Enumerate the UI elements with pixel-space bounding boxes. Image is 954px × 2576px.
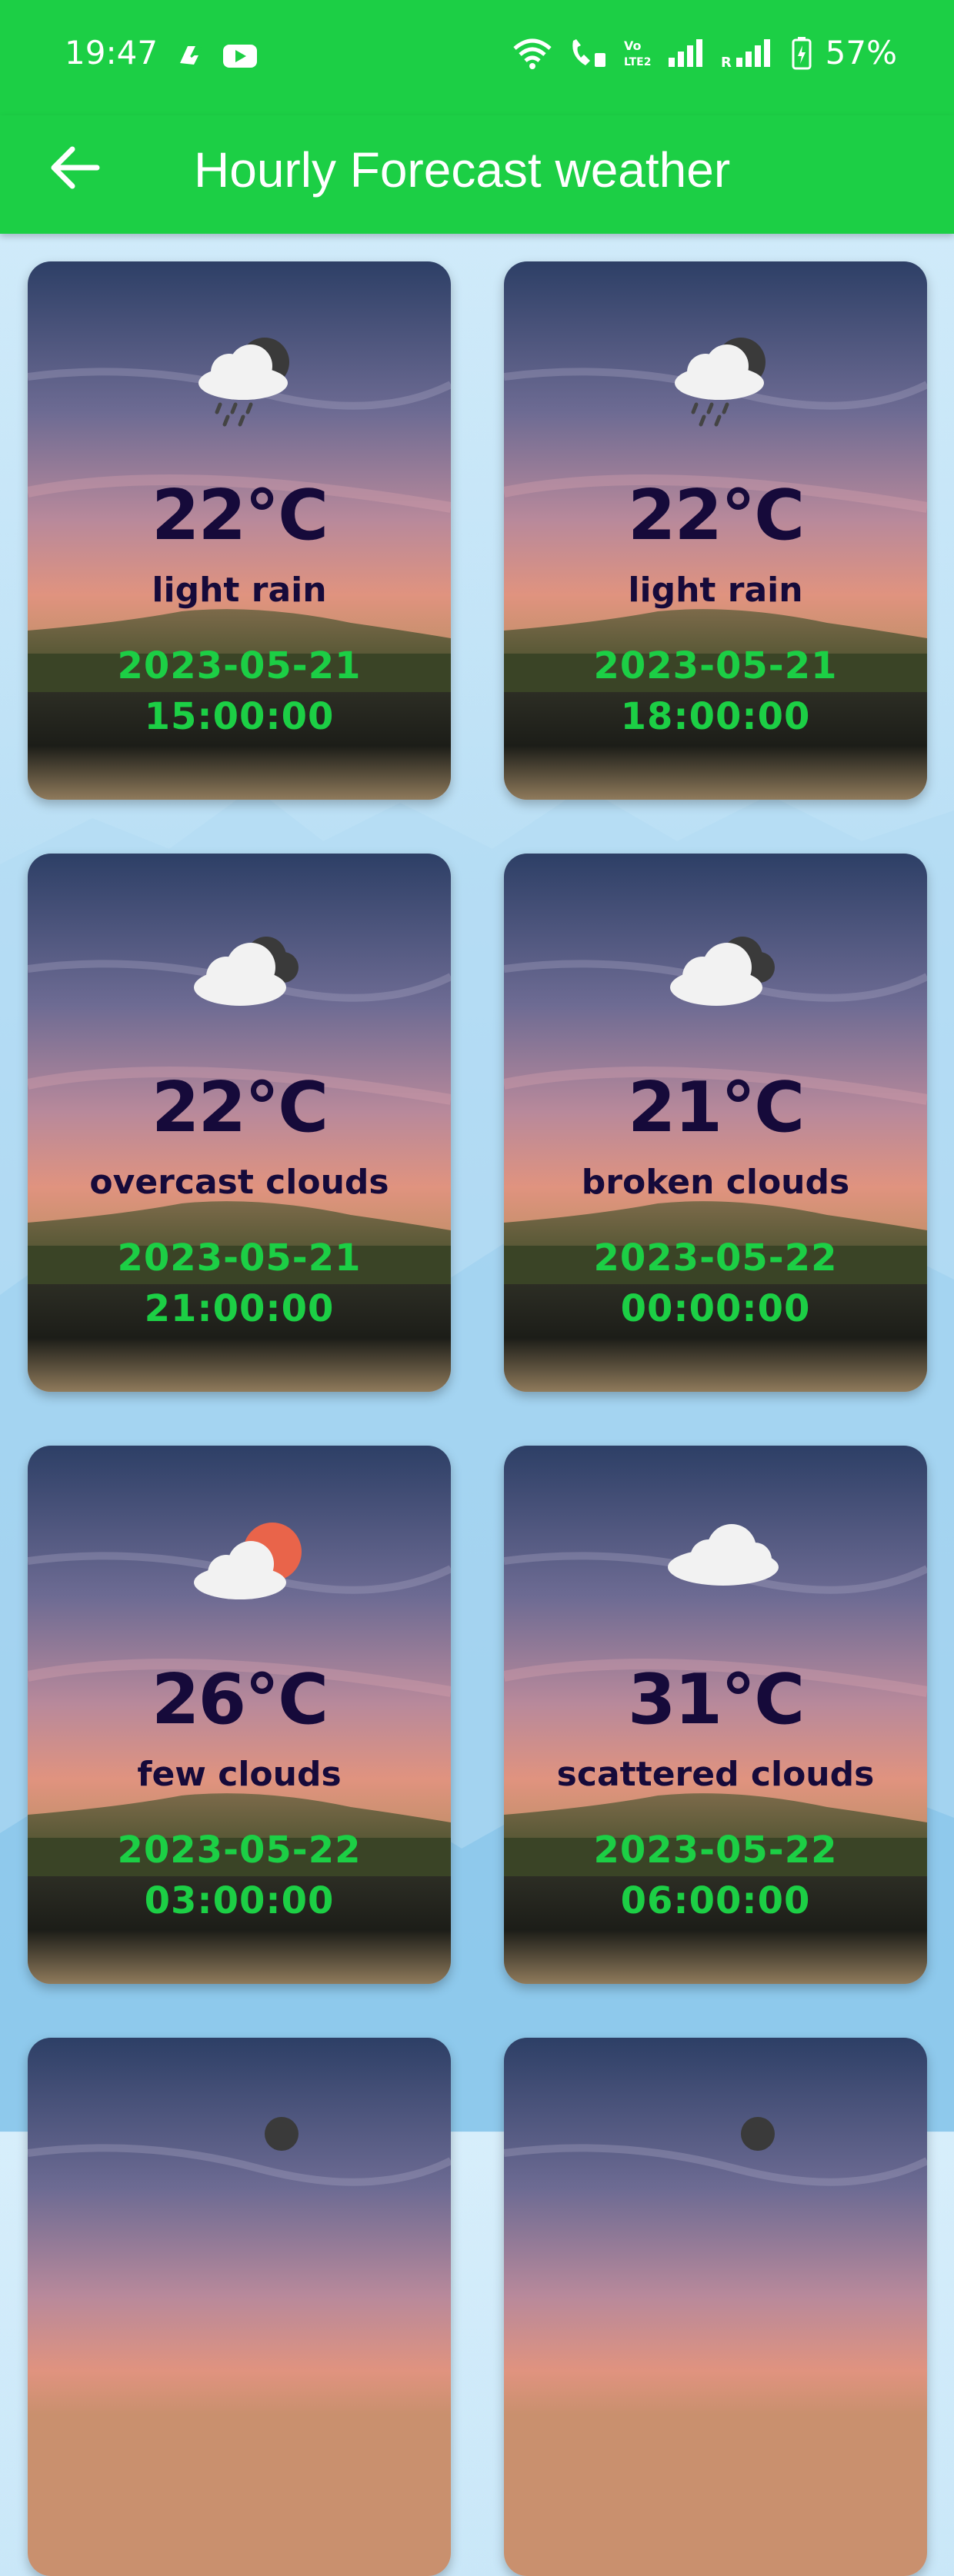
overcast-clouds-icon bbox=[194, 937, 299, 1006]
wifi-icon bbox=[513, 38, 552, 69]
forecast-date: 2023-05-22 bbox=[117, 1829, 362, 1872]
forecast-date: 2023-05-22 bbox=[593, 1236, 838, 1280]
forecast-card[interactable]: 22°C light rain 2023-05-21 18:00:00 bbox=[504, 261, 927, 800]
card-background bbox=[28, 2038, 451, 2576]
forecast-card-partial[interactable] bbox=[28, 2038, 451, 2576]
status-bar: 19:47 Vo LTE2 R 57% bbox=[0, 0, 954, 115]
forecast-time: 21:00:00 bbox=[144, 1287, 335, 1330]
wifi-calling-icon bbox=[572, 38, 605, 67]
back-arrow-icon[interactable] bbox=[46, 137, 108, 198]
notification-icons bbox=[180, 45, 257, 68]
temperature: 31°C bbox=[627, 1659, 805, 1740]
weather-description: light rain bbox=[628, 571, 803, 610]
forecast-date: 2023-05-21 bbox=[593, 644, 838, 687]
temperature: 21°C bbox=[627, 1067, 805, 1148]
forecast-time: 18:00:00 bbox=[620, 695, 811, 738]
page-title: Hourly Forecast weather bbox=[194, 142, 731, 198]
status-icons: Vo LTE2 R 57% bbox=[512, 34, 897, 72]
temperature: 22°C bbox=[627, 475, 805, 556]
roaming-signal-icon: R bbox=[721, 38, 770, 70]
svg-text:R: R bbox=[721, 55, 732, 70]
weather-description: overcast clouds bbox=[89, 1163, 389, 1202]
weather-description: broken clouds bbox=[581, 1163, 850, 1202]
sun-cloud-icon bbox=[194, 1523, 302, 1599]
card-background bbox=[504, 2038, 927, 2576]
temperature: 26°C bbox=[151, 1659, 329, 1740]
battery-percent: 57% bbox=[825, 34, 897, 72]
app-bar: Hourly Forecast weather bbox=[0, 115, 954, 234]
forecast-time: 03:00:00 bbox=[144, 1879, 335, 1922]
svg-text:Vo: Vo bbox=[624, 38, 642, 53]
forecast-card[interactable]: 21°C broken clouds 2023-05-22 00:00:00 bbox=[504, 854, 927, 1392]
cloud-icon bbox=[668, 1524, 779, 1586]
volte-icon: Vo LTE2 bbox=[624, 38, 651, 68]
forecast-date: 2023-05-21 bbox=[117, 1236, 362, 1280]
signal-icon bbox=[668, 38, 702, 67]
forecast-time: 15:00:00 bbox=[144, 695, 335, 738]
broken-clouds-icon bbox=[670, 937, 775, 1006]
temperature: 22°C bbox=[151, 1067, 329, 1148]
forecast-date: 2023-05-21 bbox=[117, 644, 362, 687]
temperature: 22°C bbox=[151, 475, 329, 556]
weather-description: light rain bbox=[152, 571, 327, 610]
svg-text:LTE2: LTE2 bbox=[624, 56, 651, 68]
status-time: 19:47 bbox=[65, 34, 158, 72]
forecast-card[interactable]: 26°C few clouds 2023-05-22 03:00:00 bbox=[28, 1446, 451, 1984]
forecast-card[interactable]: 31°C scattered clouds 2023-05-22 06:00:0… bbox=[504, 1446, 927, 1984]
weather-description: few clouds bbox=[137, 1755, 342, 1794]
forecast-card-partial[interactable] bbox=[504, 2038, 927, 2576]
battery-icon bbox=[792, 36, 812, 69]
forecast-date: 2023-05-22 bbox=[593, 1829, 838, 1872]
forecast-time: 06:00:00 bbox=[620, 1879, 811, 1922]
weather-description: scattered clouds bbox=[556, 1755, 875, 1794]
rain-cloud-icon bbox=[675, 338, 766, 427]
forecast-time: 00:00:00 bbox=[620, 1287, 811, 1330]
rain-cloud-icon bbox=[198, 338, 289, 427]
forecast-card[interactable]: 22°C overcast clouds 2023-05-21 21:00:00 bbox=[28, 854, 451, 1392]
forecast-card[interactable]: 22°C light rain 2023-05-21 15:00:00 bbox=[28, 261, 451, 800]
